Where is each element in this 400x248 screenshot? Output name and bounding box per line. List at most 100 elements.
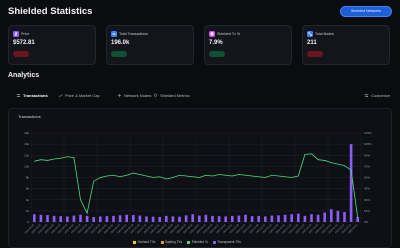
analytics-heading: Analytics: [8, 72, 40, 79]
bar: [98, 216, 102, 222]
bar: [224, 216, 228, 222]
y2-tick-label: 105%: [364, 142, 372, 146]
tab-label: Network Nodes: [124, 93, 152, 98]
card-value: 196.0k: [111, 40, 130, 46]
bar: [343, 211, 346, 222]
bar: [290, 214, 294, 222]
bar: [217, 216, 221, 222]
card-label: Shielded Tx %: [217, 32, 241, 36]
bar: [39, 214, 43, 222]
bar: [164, 215, 168, 222]
y-tick-label: 2k: [26, 209, 30, 213]
bar: [46, 215, 49, 222]
bar: [118, 215, 122, 222]
bar: [92, 216, 96, 222]
bar: [277, 215, 280, 222]
y-tick-label: 4k: [26, 198, 30, 202]
legend-item[interactable]: Sapling TXs: [160, 240, 183, 244]
bar: [151, 216, 155, 222]
legend-item[interactable]: Orchard TXs: [133, 240, 156, 244]
bar: [204, 214, 208, 222]
bar: [59, 216, 63, 222]
tab-shielded-metrics[interactable]: Shielded Metrics: [153, 93, 190, 98]
bar: [329, 209, 333, 222]
y2-tick-label: 90%: [364, 153, 370, 157]
bar: [230, 215, 234, 222]
y-tick-label: 12k: [24, 153, 29, 157]
bar: [32, 214, 36, 222]
legend-label: Shielded %: [191, 240, 208, 244]
bar: [72, 215, 76, 222]
legend-item[interactable]: Transparent TXs: [212, 240, 241, 244]
legend-swatch: [160, 240, 164, 244]
settings-icon: [364, 94, 369, 97]
change-badge: [111, 51, 127, 57]
tab-network-nodes[interactable]: Network Nodes: [117, 93, 151, 98]
shield-icon: [153, 93, 158, 98]
card-label: Total Nodes: [315, 32, 334, 36]
card-value: 211: [307, 40, 317, 46]
bar: [270, 215, 274, 222]
bar: [158, 216, 162, 222]
tab-transactions[interactable]: Transactions: [16, 93, 48, 98]
bar: [250, 216, 254, 222]
y-tick-label: 14k: [24, 142, 29, 146]
tab-label: Price & Market Cap: [65, 93, 100, 98]
customize-label: Customize: [371, 93, 390, 98]
trend-icon: [58, 94, 63, 98]
legend-label: Sapling TXs: [165, 240, 183, 244]
legend-item[interactable]: Shielded %: [187, 240, 208, 244]
y-tick-label: 16k: [24, 131, 29, 135]
transactions-icon: [111, 31, 117, 37]
bar: [125, 214, 129, 222]
y2-tick-label: 120%: [364, 131, 372, 135]
bar: [85, 215, 89, 222]
legend-label: Orchard TXs: [137, 240, 156, 244]
bar: [237, 215, 241, 222]
bar: [283, 214, 287, 222]
legend-swatch: [133, 240, 136, 244]
y-tick-label: 8k: [26, 176, 30, 180]
card-price: Price $572.81: [8, 25, 96, 65]
card-value: 7.9%: [209, 40, 223, 46]
y-tick-label: 0: [27, 220, 29, 224]
y2-tick-label: 0%: [364, 220, 369, 224]
card-total-nodes: Total Nodes 211: [302, 25, 390, 65]
page-title: Shielded Statistics: [8, 6, 93, 17]
transactions-chart: 0 0% 2k 15% 4k 30% 6k 45% 8k 60% 10k 75% 12k 90% 14k 10…: [24, 131, 372, 234]
dollar-icon: [13, 31, 19, 37]
legend-swatch: [212, 240, 216, 244]
y2-tick-label: 45%: [364, 187, 370, 191]
bar: [52, 215, 56, 222]
change-badge: [13, 51, 29, 57]
nodes-icon: [307, 31, 313, 37]
shielded-networks-button[interactable]: Shielded Networks: [340, 6, 392, 17]
chart-panel: Transactions 0 0% 2k 15% 4k 30% 6k 45% 8k 60% 10k 7…: [8, 108, 392, 248]
legend-swatch: [187, 240, 191, 244]
bar: [105, 216, 109, 222]
bar: [145, 216, 148, 222]
bar: [316, 214, 320, 222]
bar: [65, 216, 69, 222]
bar: [303, 215, 307, 222]
bar: [323, 212, 327, 222]
y2-tick-label: 15%: [364, 209, 370, 213]
customize-button[interactable]: Customize: [364, 93, 390, 98]
change-badge: [307, 51, 323, 57]
legend-label: Transparent TXs: [217, 240, 241, 244]
transactions-icon: [16, 94, 21, 97]
card-label: Total Transactions: [119, 32, 148, 36]
y-tick-label: 6k: [26, 187, 30, 191]
analytics-tabs: Transactions Price & Market Cap Network …: [8, 90, 392, 104]
chart-legend: Orchard TXs Sapling TXs Shielded % Trans…: [133, 240, 241, 244]
tab-price-market-cap[interactable]: Price & Market Cap: [58, 93, 100, 98]
card-label: Price: [21, 32, 30, 36]
bar: [296, 213, 300, 222]
bar: [356, 216, 360, 222]
bar: [197, 215, 201, 222]
bar: [184, 215, 188, 222]
y2-tick-label: 30%: [364, 198, 370, 202]
y2-tick-label: 75%: [364, 164, 370, 168]
bar: [191, 214, 195, 222]
card-shielded-tx: Shielded Tx % 7.9%: [204, 25, 292, 65]
